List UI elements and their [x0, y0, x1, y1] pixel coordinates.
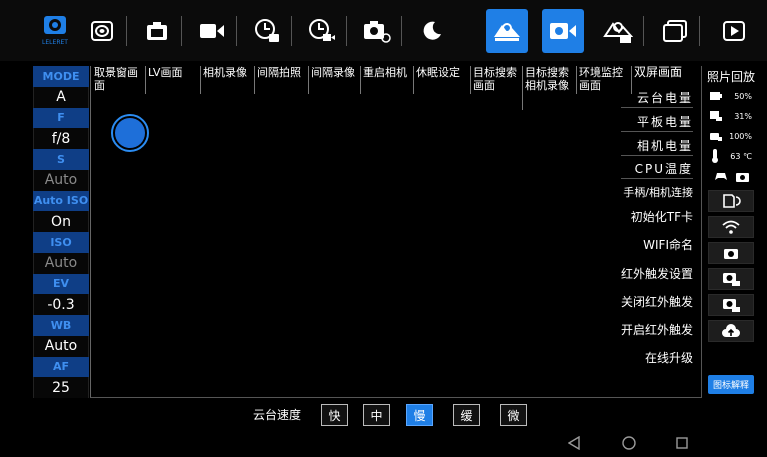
photo-playback-button[interactable]: 照片回放 [704, 66, 758, 86]
camera-settings-panel: MODE A F f/8 S Auto Auto ISO On ISO Auto… [33, 66, 89, 398]
tab-camera-record: 相机录像 [200, 66, 254, 94]
gimbal-speed-label: 云台速度 [253, 408, 302, 422]
tablet-battery-value: 31% [734, 111, 752, 121]
ev-value[interactable]: -0.3 [33, 294, 89, 315]
format-tf-label: 初始化TF卡 [630, 210, 693, 224]
camera-connected-icon [735, 172, 749, 182]
mode-label: MODE [33, 66, 89, 87]
wifi-button[interactable] [708, 216, 754, 238]
cloud-upload-icon [722, 324, 740, 337]
camera-battery-status: 100% [704, 126, 758, 146]
tab-restart-camera: 重启相机 [360, 66, 413, 94]
interval-video-icon[interactable] [301, 9, 343, 53]
sd-card-refresh-icon [723, 194, 741, 208]
icon-legend-button[interactable]: 图标解释 [708, 375, 754, 394]
brand-text: LELERET [42, 39, 68, 46]
shutter-button[interactable] [111, 114, 149, 152]
speed-micro-button[interactable]: 微 [500, 404, 527, 426]
online-upgrade-label: 在线升级 [644, 351, 693, 365]
svg-text:z: z [434, 25, 439, 35]
iso-label: ISO [33, 232, 89, 253]
thermometer-icon [712, 149, 718, 163]
wb-label: WB [33, 315, 89, 336]
system-nav-bar [0, 431, 767, 457]
shutter-value[interactable]: Auto [33, 169, 89, 191]
ir-off-icon [723, 273, 740, 286]
tab-interval-video: 间隔录像 [308, 66, 360, 94]
tab-interval-photo: 间隔拍照 [254, 66, 308, 94]
tablet-battery-icon [710, 111, 722, 121]
cpu-temp-value: 63 ℃ [730, 151, 752, 161]
right-panel: 照片回放 50% 31% 100% 63 ℃ 图标解释 [704, 66, 758, 398]
mode-value[interactable]: A [33, 86, 89, 108]
tab-environment-monitor: 环境监控画面 [576, 66, 631, 94]
tab-sleep-settings: 休眠设定 [413, 66, 470, 94]
tab-lv: LV画面 [145, 66, 200, 94]
format-tf-button[interactable] [708, 190, 754, 212]
logo-icon: LELERET [34, 9, 76, 53]
play-icon[interactable] [713, 9, 755, 53]
ir-trigger-off-button[interactable] [708, 268, 754, 290]
lens-cap-icon[interactable] [81, 9, 123, 53]
tablet-battery-label: 平板电量 [636, 115, 693, 129]
ir-trigger-settings-button[interactable] [708, 242, 754, 264]
ir-trigger-on-label: 开启红外触发 [620, 323, 693, 337]
camera-battery-value: 100% [729, 131, 752, 141]
tablet-battery-status: 31% [704, 106, 758, 126]
target-search-icon[interactable] [486, 9, 528, 53]
ir-camera-icon [724, 249, 738, 259]
camera-battery-label: 相机电量 [636, 139, 693, 153]
sleep-icon[interactable]: z [411, 9, 453, 53]
af-value[interactable]: 25 [33, 377, 89, 398]
gimbal-battery-label: 云台电量 [636, 91, 693, 105]
auto-iso-value[interactable]: On [33, 211, 89, 232]
dual-screen-icon[interactable] [654, 9, 696, 53]
camera-restart-icon[interactable] [356, 9, 398, 53]
cpu-temp-status: 63 ℃ [704, 146, 758, 166]
interval-photo-icon[interactable] [246, 9, 288, 53]
af-label: AF [33, 356, 89, 378]
aperture-value[interactable]: f/8 [33, 128, 89, 149]
main-view: 取景窗画面 LV画面 相机录像 间隔拍照 间隔录像 重启相机 休眠设定 目标搜索… [90, 66, 702, 398]
speed-medium-button[interactable]: 中 [363, 404, 390, 426]
ev-label: EV [33, 273, 89, 295]
speed-gentle-button[interactable]: 缓 [453, 404, 480, 426]
gimbal-battery-status: 50% [704, 86, 758, 106]
connection-status [704, 166, 758, 186]
iso-value[interactable]: Auto [33, 252, 89, 274]
target-search-video-icon[interactable] [542, 9, 584, 53]
gamepad-icon [715, 173, 728, 180]
ir-on-icon [723, 299, 740, 312]
ir-trigger-on-button[interactable] [708, 294, 754, 316]
back-icon[interactable] [568, 436, 580, 450]
camera-icon[interactable] [136, 9, 178, 53]
camera-battery-icon [710, 133, 722, 141]
cpu-temp-label: CPU温度 [634, 162, 693, 176]
controller-connect-label: 手柄/相机连接 [623, 186, 693, 199]
top-toolbar: LELERET z [0, 0, 767, 61]
shutter-label: S [33, 149, 89, 170]
home-icon[interactable] [622, 436, 636, 450]
auto-iso-label: Auto ISO [33, 190, 89, 212]
online-upgrade-button[interactable] [708, 320, 754, 342]
gimbal-battery-value: 50% [734, 91, 752, 101]
wb-value[interactable]: Auto [33, 335, 89, 357]
speed-slow-button[interactable]: 慢 [406, 404, 433, 426]
speed-fast-button[interactable]: 快 [321, 404, 348, 426]
tab-target-search: 目标搜索画面 [470, 66, 522, 94]
gimbal-battery-icon [710, 92, 722, 100]
tab-viewfinder: 取景窗画面 [94, 66, 138, 92]
recents-icon[interactable] [676, 437, 688, 449]
ir-trigger-off-label: 关闭红外触发 [620, 295, 693, 309]
ir-trigger-settings-label: 红外触发设置 [620, 267, 693, 281]
environment-monitor-icon[interactable] [597, 9, 639, 53]
aperture-label: F [33, 107, 89, 129]
tab-target-search-video: 目标搜索相机录像 [522, 66, 576, 110]
wifi-name-label: WIFI命名 [643, 238, 693, 252]
wifi-icon [722, 220, 740, 234]
video-camera-icon[interactable] [191, 9, 233, 53]
